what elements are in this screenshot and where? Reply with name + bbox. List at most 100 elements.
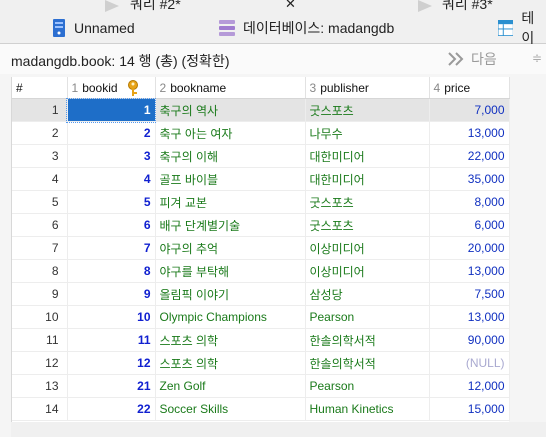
bookid-cell[interactable]: 8	[67, 259, 156, 283]
publisher-cell[interactable]: Pearson	[305, 305, 430, 329]
bookid-cell[interactable]: 21	[67, 374, 156, 398]
bookid-cell[interactable]: 6	[67, 213, 156, 237]
bookid-cell[interactable]: 11	[67, 328, 156, 352]
row-number-cell[interactable]: 5	[12, 190, 68, 214]
price-cell[interactable]: 13,000	[429, 259, 510, 283]
table-row[interactable]: 1 1 축구의 역사 굿스포츠 7,000	[12, 97, 510, 123]
table-row[interactable]: 11 11 스포츠 의학 한솔의학서적 90,000	[12, 328, 510, 352]
row-number-cell[interactable]: 10	[12, 305, 68, 329]
price-cell[interactable]: 13,000	[429, 121, 510, 145]
column-header-rownum[interactable]: #	[12, 77, 68, 99]
row-number-cell[interactable]: 7	[12, 236, 68, 260]
column-header-publisher[interactable]: 3 publisher	[305, 77, 430, 99]
bookname-cell[interactable]: 배구 단계별기술	[155, 213, 306, 237]
bookid-cell[interactable]: 10	[67, 305, 156, 329]
publisher-cell[interactable]: 굿스포츠	[305, 213, 430, 237]
row-number-cell[interactable]: 12	[12, 351, 68, 375]
bookname-cell[interactable]: 야구를 부탁해	[155, 259, 306, 283]
bookid-cell[interactable]: 5	[67, 190, 156, 214]
next-button[interactable]: 다음	[447, 48, 497, 70]
bookname-cell[interactable]: 축구의 역사	[155, 98, 306, 122]
table-row[interactable]: 5 5 피겨 교본 굿스포츠 8,000	[12, 190, 510, 214]
row-number-cell[interactable]: 8	[12, 259, 68, 283]
publisher-cell[interactable]: 나무수	[305, 121, 430, 145]
publisher-cell[interactable]: 대한미디어	[305, 144, 430, 168]
tab-query-3[interactable]: 쿼리 #3*	[442, 0, 493, 12]
table-row[interactable]: 7 7 야구의 추억 이상미디어 20,000	[12, 236, 510, 260]
price-cell[interactable]: 7,500	[429, 282, 510, 306]
bookid-cell[interactable]: 2	[67, 121, 156, 145]
tab-table[interactable]: 테이	[498, 10, 546, 46]
bookname-cell[interactable]: 축구 아는 여자	[155, 121, 306, 145]
table-row[interactable]: 2 2 축구 아는 여자 나무수 13,000	[12, 121, 510, 145]
price-cell[interactable]: 7,000	[429, 98, 510, 122]
more-icon[interactable]: ≑	[532, 51, 542, 65]
price-cell[interactable]: 8,000	[429, 190, 510, 214]
table-row[interactable]: 13 21 Zen Golf Pearson 12,000	[12, 374, 510, 398]
column-header-bookname[interactable]: 2 bookname	[155, 77, 306, 99]
publisher-cell[interactable]: Human Kinetics	[305, 397, 430, 421]
bookname-cell[interactable]: Soccer Skills	[155, 397, 306, 421]
close-tab-icon[interactable]: ✕	[285, 0, 296, 12]
row-number-cell[interactable]: 2	[12, 121, 68, 145]
row-number-cell[interactable]: 6	[12, 213, 68, 237]
horizontal-scrollbar[interactable]	[11, 422, 546, 437]
row-number-cell[interactable]: 9	[12, 282, 68, 306]
bookid-cell[interactable]: 7	[67, 236, 156, 260]
price-cell[interactable]: 12,000	[429, 374, 510, 398]
price-cell[interactable]: 22,000	[429, 144, 510, 168]
tab-query-2[interactable]: 쿼리 #2*	[130, 0, 181, 12]
bookname-cell[interactable]: Olympic Champions	[155, 305, 306, 329]
tab-unnamed[interactable]: Unnamed	[52, 12, 135, 43]
price-cell[interactable]: 6,000	[429, 213, 510, 237]
price-cell[interactable]: 15,000	[429, 397, 510, 421]
price-cell[interactable]: 20,000	[429, 236, 510, 260]
publisher-cell[interactable]: 한솔의학서적	[305, 351, 430, 375]
result-grid[interactable]: # 1 bookid 2 bookname 3 publisher 4 price 11…	[11, 77, 510, 422]
table-row[interactable]: 4 4 골프 바이블 대한미디어 35,000	[12, 167, 510, 191]
publisher-cell[interactable]: 한솔의학서적	[305, 328, 430, 352]
column-header-bookid[interactable]: 1 bookid	[67, 77, 156, 99]
table-row[interactable]: 6 6 배구 단계별기술 굿스포츠 6,000	[12, 213, 510, 237]
publisher-cell[interactable]: 이상미디어	[305, 259, 430, 283]
publisher-cell[interactable]: 굿스포츠	[305, 190, 430, 214]
publisher-cell[interactable]: Pearson	[305, 374, 430, 398]
table-row[interactable]: 14 22 Soccer Skills Human Kinetics 15,000	[12, 397, 510, 421]
bookid-cell[interactable]: 9	[67, 282, 156, 306]
bookname-cell[interactable]: 올림픽 이야기	[155, 282, 306, 306]
table-row[interactable]: 8 8 야구를 부탁해 이상미디어 13,000	[12, 259, 510, 283]
price-cell[interactable]: 90,000	[429, 328, 510, 352]
bookname-cell[interactable]: 피겨 교본	[155, 190, 306, 214]
bookid-cell[interactable]: 12	[67, 351, 156, 375]
row-number-cell[interactable]: 1	[12, 98, 68, 122]
publisher-cell[interactable]: 이상미디어	[305, 236, 430, 260]
price-cell[interactable]: 35,000	[429, 167, 510, 191]
bookid-cell[interactable]: 1	[66, 97, 156, 123]
row-number-cell[interactable]: 14	[12, 397, 68, 421]
bookid-cell[interactable]: 22	[67, 397, 156, 421]
bookname-cell[interactable]: 골프 바이블	[155, 167, 306, 191]
table-row[interactable]: 3 3 축구의 이해 대한미디어 22,000	[12, 144, 510, 168]
publisher-cell[interactable]: 삼성당	[305, 282, 430, 306]
table-row[interactable]: 9 9 올림픽 이야기 삼성당 7,500	[12, 282, 510, 306]
tab-database[interactable]: 데이터베이스: madangdb	[219, 12, 394, 43]
bookname-cell[interactable]: 스포츠 의학	[155, 328, 306, 352]
publisher-cell[interactable]: 굿스포츠	[305, 98, 430, 122]
bookname-cell[interactable]: 야구의 추억	[155, 236, 306, 260]
price-cell[interactable]: (NULL)	[429, 351, 510, 375]
bookname-cell[interactable]: 축구의 이해	[155, 144, 306, 168]
column-header-price[interactable]: 4 price	[429, 77, 510, 99]
row-number-cell[interactable]: 4	[12, 167, 68, 191]
table-row[interactable]: 10 10 Olympic Champions Pearson 13,000	[12, 305, 510, 329]
server-icon	[53, 18, 65, 37]
bookid-cell[interactable]: 4	[67, 167, 156, 191]
bookid-cell[interactable]: 3	[67, 144, 156, 168]
bookname-cell[interactable]: Zen Golf	[155, 374, 306, 398]
row-number-cell[interactable]: 11	[12, 328, 68, 352]
row-number-cell[interactable]: 13	[12, 374, 68, 398]
bookname-cell[interactable]: 스포츠 의학	[155, 351, 306, 375]
price-cell[interactable]: 13,000	[429, 305, 510, 329]
row-number-cell[interactable]: 3	[12, 144, 68, 168]
table-row[interactable]: 12 12 스포츠 의학 한솔의학서적 (NULL)	[12, 351, 510, 375]
publisher-cell[interactable]: 대한미디어	[305, 167, 430, 191]
